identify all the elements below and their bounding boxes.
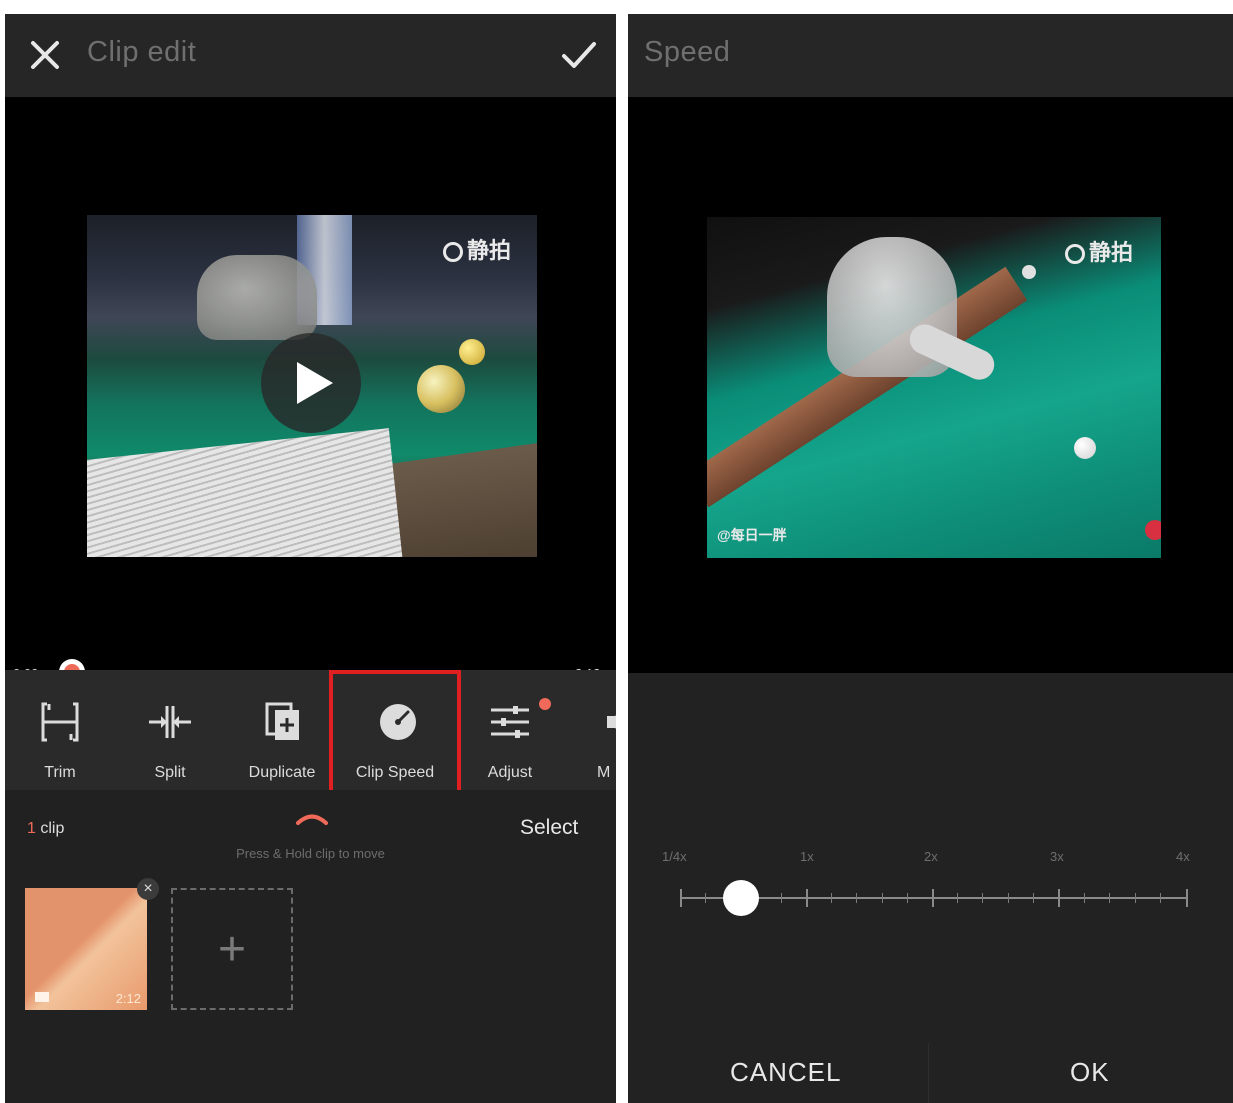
tick xyxy=(806,889,808,907)
add-clip-button[interactable]: + xyxy=(171,888,293,1010)
select-button[interactable]: Select xyxy=(520,816,578,840)
watermark-author: @每日一胖 xyxy=(717,527,787,543)
speed-slider-handle[interactable] xyxy=(722,880,759,916)
top-bar: Clip edit xyxy=(5,14,616,97)
tool-adjust[interactable]: Adjust xyxy=(455,680,565,790)
tick-label: 3x xyxy=(1050,849,1064,864)
cancel-button[interactable]: CANCEL xyxy=(730,1057,841,1088)
chevron-up-icon[interactable] xyxy=(295,810,329,826)
clip-duration: 2:12 xyxy=(115,991,141,1006)
tool-bar: Trim Split Duplicate Clip Speed Adjust M xyxy=(5,670,616,796)
video-preview[interactable]: 静拍 xyxy=(5,97,616,671)
clip-edit-panel: Clip edit 静拍 0:00 2:12 xyxy=(5,14,616,1103)
tool-duplicate[interactable]: Duplicate xyxy=(227,680,337,790)
clip-list: 1 clip Select Press & Hold clip to move … xyxy=(5,790,616,1103)
minor-tick xyxy=(957,893,959,903)
duplicate-icon xyxy=(265,702,299,740)
minor-tick xyxy=(1007,893,1009,903)
drag-hint: Press & Hold clip to move xyxy=(236,846,385,861)
clip-count: 1 clip xyxy=(27,820,65,837)
volume-icon xyxy=(607,715,616,729)
speed-control: 1/4x 1x 2x 3x 4x CANCEL OK xyxy=(628,673,1233,1103)
ball xyxy=(1022,265,1036,279)
divider xyxy=(616,0,628,1103)
divider xyxy=(928,1043,929,1103)
video-frame: 静拍 @每日一胖 xyxy=(707,217,1161,558)
tool-split[interactable]: Split xyxy=(115,680,225,790)
page-title: Speed xyxy=(644,36,731,68)
ball xyxy=(1145,520,1161,540)
speedometer-icon xyxy=(380,704,416,740)
adjust-icon xyxy=(491,706,529,738)
minor-tick xyxy=(982,893,984,903)
camera-icon xyxy=(443,242,463,263)
minor-tick xyxy=(831,893,833,903)
close-icon[interactable] xyxy=(29,39,61,71)
watermark: 静拍 xyxy=(443,233,511,265)
tick xyxy=(932,889,934,907)
video-preview[interactable]: 静拍 @每日一胖 xyxy=(628,97,1233,673)
tick-label: 1/4x xyxy=(662,849,687,864)
plus-icon: + xyxy=(217,923,247,976)
tick-label: 4x xyxy=(1176,849,1190,864)
cue-ball xyxy=(1074,437,1096,459)
split-icon xyxy=(149,706,191,738)
minor-tick xyxy=(1109,893,1111,903)
speed-panel: Speed 静拍 @每日一胖 1/4x 1x 2x 3x 4x CANCEL O… xyxy=(628,14,1233,1103)
tool-trim[interactable]: Trim xyxy=(5,680,115,790)
ok-button[interactable]: OK xyxy=(1070,1057,1110,1088)
tool-clip-speed[interactable]: Clip Speed xyxy=(329,670,461,796)
tick xyxy=(1186,889,1188,907)
video-icon xyxy=(35,992,49,1002)
tick-label: 2x xyxy=(924,849,938,864)
top-bar: Speed xyxy=(628,14,1233,97)
watermark: 静拍 xyxy=(1065,235,1133,267)
tool-more[interactable]: M xyxy=(567,680,616,790)
minor-tick xyxy=(1134,893,1136,903)
remove-clip-icon[interactable]: × xyxy=(137,878,159,900)
dog xyxy=(197,255,317,340)
minor-tick xyxy=(705,893,707,903)
minor-tick xyxy=(780,893,782,903)
tick xyxy=(680,889,682,907)
clip-thumbnail[interactable]: 2:12 xyxy=(25,888,147,1010)
ball xyxy=(459,339,485,365)
minor-tick xyxy=(881,893,883,903)
check-icon[interactable] xyxy=(561,40,597,70)
play-icon xyxy=(297,362,333,404)
play-button[interactable] xyxy=(261,333,361,433)
ball xyxy=(417,365,465,413)
minor-tick xyxy=(1032,893,1034,903)
minor-tick xyxy=(856,893,858,903)
book xyxy=(87,428,404,557)
camera-icon xyxy=(1065,244,1085,265)
minor-tick xyxy=(1083,893,1085,903)
tick-label: 1x xyxy=(800,849,814,864)
page-title: Clip edit xyxy=(87,36,197,68)
new-badge xyxy=(539,698,551,710)
minor-tick xyxy=(906,893,908,903)
minor-tick xyxy=(1160,893,1162,903)
tick xyxy=(1058,889,1060,907)
trim-icon xyxy=(41,702,79,742)
